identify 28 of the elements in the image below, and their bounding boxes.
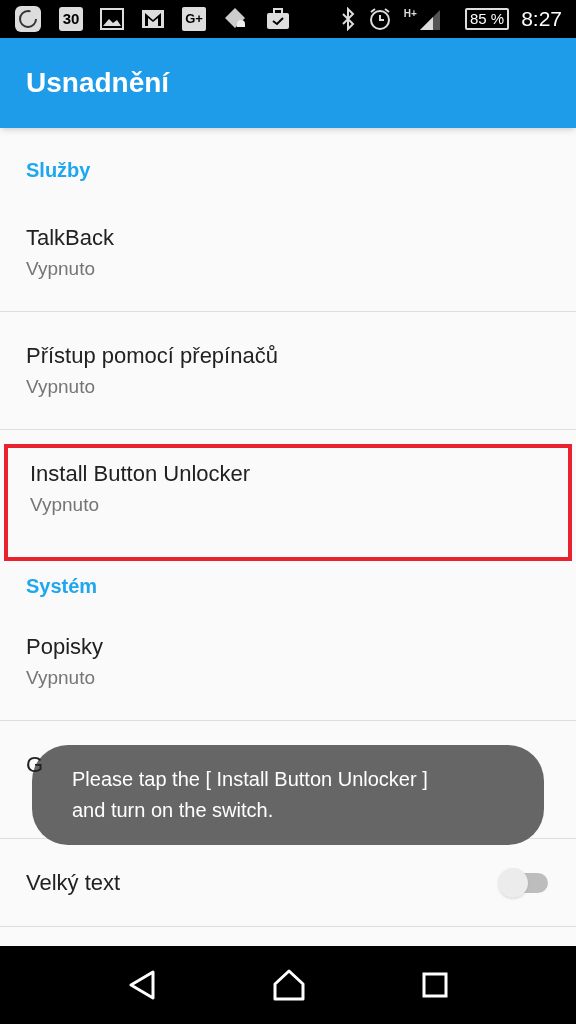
app-bar-title: Usnadnění — [26, 66, 170, 100]
setting-status: Vypnuto — [26, 665, 95, 690]
alarm-icon — [367, 7, 392, 31]
mail-icon — [141, 9, 165, 29]
briefcase-icon — [266, 8, 290, 30]
setting-title[interactable]: Přístup pomocí přepínačů — [26, 339, 278, 372]
home-icon[interactable] — [272, 969, 306, 1001]
battery-indicator: 85 % — [464, 8, 510, 30]
setting-status: Vypnuto — [26, 374, 95, 399]
setting-title: Velký text — [26, 869, 121, 897]
calendar-icon: 30 — [59, 7, 83, 31]
image-icon — [100, 8, 124, 30]
recents-icon[interactable] — [422, 972, 448, 998]
setting-status: Vypnuto — [30, 493, 99, 517]
setting-status: Vypnuto — [26, 256, 95, 281]
section-header: Služby — [26, 158, 91, 183]
gplus-icon: G+ — [182, 7, 206, 31]
network-type: H+ — [403, 7, 417, 22]
setting-title[interactable]: Install Button Unlocker — [30, 458, 251, 490]
setting-title[interactable]: Popisky — [26, 630, 104, 663]
toggle-switch[interactable] — [498, 868, 550, 897]
section-header: Systém — [26, 574, 98, 599]
clock: 8:27 — [521, 6, 562, 33]
bluetooth-icon — [339, 7, 356, 31]
toast-message: Please tap the [ Install Button Unlocker ] and turn on the switch. — [72, 767, 429, 823]
setting-title[interactable]: TalkBack — [26, 221, 115, 254]
circle-app-icon — [14, 5, 42, 33]
back-icon[interactable] — [128, 970, 156, 1000]
